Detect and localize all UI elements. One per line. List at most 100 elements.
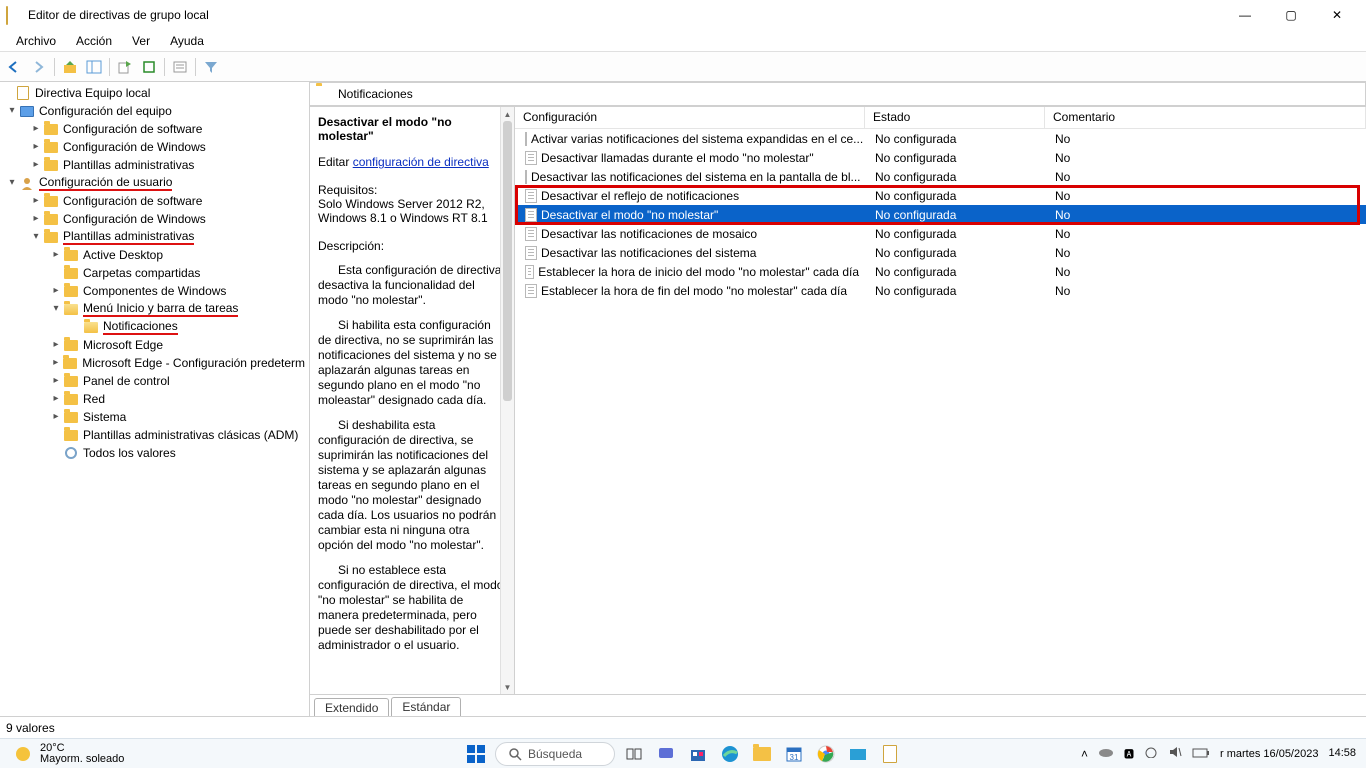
policy-row[interactable]: Desactivar el modo "no molestar" No confi… xyxy=(515,205,1366,224)
up-button[interactable] xyxy=(59,56,81,78)
calendar-button[interactable]: 31 xyxy=(781,741,807,767)
details-split: Desactivar el modo "no molestar" Editar … xyxy=(310,106,1366,694)
tree-item[interactable]: Configuración de Windows xyxy=(1,138,309,156)
policy-icon xyxy=(525,170,527,184)
refresh-button[interactable] xyxy=(138,56,160,78)
col-estado[interactable]: Estado xyxy=(865,107,1045,128)
volume-icon[interactable] xyxy=(1168,746,1182,761)
scroll-down-icon[interactable]: ▼ xyxy=(501,680,514,694)
policy-row[interactable]: Activar varias notificaciones del sistem… xyxy=(515,129,1366,148)
policy-row[interactable]: Desactivar las notificaciones del sistem… xyxy=(515,243,1366,262)
weather-widget[interactable]: 20°C Mayorm. soleado xyxy=(0,743,136,765)
tree-item[interactable]: Microsoft Edge xyxy=(1,336,309,354)
svg-text:31: 31 xyxy=(790,753,799,762)
menu-archivo[interactable]: Archivo xyxy=(6,32,66,50)
policy-row[interactable]: Desactivar llamadas durante el modo "no … xyxy=(515,148,1366,167)
policy-state: No configurada xyxy=(867,265,1047,279)
app-button[interactable] xyxy=(845,741,871,767)
tree-label: Panel de control xyxy=(83,374,170,388)
properties-button[interactable] xyxy=(169,56,191,78)
tree-user-config[interactable]: Configuración de usuario xyxy=(1,174,309,192)
chrome-button[interactable] xyxy=(813,741,839,767)
clock[interactable]: 14:58 xyxy=(1328,748,1356,759)
policy-row[interactable]: Desactivar las notificaciones de mosaico… xyxy=(515,224,1366,243)
tab-extendido[interactable]: Extendido xyxy=(314,698,389,716)
tree-item[interactable]: Configuración de software xyxy=(1,192,309,210)
show-hide-tree-button[interactable] xyxy=(83,56,105,78)
tree-label: Configuración de software xyxy=(63,122,202,136)
policy-row[interactable]: Desactivar las notificaciones del sistem… xyxy=(515,167,1366,186)
tab-estandar[interactable]: Estándar xyxy=(391,697,461,716)
policy-row[interactable]: Desactivar el reflejo de notificacionesN… xyxy=(515,186,1366,205)
folder-icon xyxy=(63,355,79,371)
search-placeholder: Búsqueda xyxy=(528,747,582,761)
tree-item[interactable]: Carpetas compartidas xyxy=(1,264,309,282)
tree-item[interactable]: Sistema xyxy=(1,408,309,426)
policy-name: Desactivar las notificaciones del sistem… xyxy=(531,170,861,184)
menu-ver[interactable]: Ver xyxy=(122,32,160,50)
policy-icon xyxy=(525,132,527,146)
scrollbar[interactable]: ▲ ▼ xyxy=(500,107,514,694)
language-indicator[interactable]: 🅰 xyxy=(1124,746,1134,761)
notepad-button[interactable] xyxy=(877,741,903,767)
tree-item[interactable]: Active Desktop xyxy=(1,246,309,264)
tree-item[interactable]: Plantillas administrativas clásicas (ADM… xyxy=(1,426,309,444)
tree-item[interactable]: Todos los valores xyxy=(1,444,309,462)
date-text[interactable]: r martes 16/05/2023 xyxy=(1220,748,1318,760)
policy-name: Desactivar el modo "no molestar" xyxy=(541,208,718,222)
network-icon[interactable] xyxy=(1144,746,1158,761)
close-button[interactable]: ✕ xyxy=(1314,0,1360,30)
folder-icon xyxy=(63,283,79,299)
menu-accion[interactable]: Acción xyxy=(66,32,122,50)
search-box[interactable]: Búsqueda xyxy=(495,742,615,766)
tree-pane[interactable]: Directiva Equipo local Configuración del… xyxy=(0,82,310,716)
task-view-button[interactable] xyxy=(621,741,647,767)
tree-admin-templates[interactable]: Plantillas administrativas xyxy=(1,228,309,246)
maximize-button[interactable]: ▢ xyxy=(1268,0,1314,30)
document-icon xyxy=(15,85,31,101)
filter-button[interactable] xyxy=(200,56,222,78)
tree-root[interactable]: Directiva Equipo local xyxy=(1,84,309,102)
forward-button[interactable] xyxy=(28,56,50,78)
policy-state: No configurada xyxy=(867,208,1047,222)
tree-item[interactable]: Componentes de Windows xyxy=(1,282,309,300)
chat-button[interactable] xyxy=(653,741,679,767)
tree-item[interactable]: Microsoft Edge - Configuración predeterm xyxy=(1,354,309,372)
tree-label: Plantillas administrativas xyxy=(63,158,194,172)
policy-state: No configurada xyxy=(867,189,1047,203)
edit-policy-link[interactable]: configuración de directiva xyxy=(353,155,489,169)
tree-item[interactable]: Panel de control xyxy=(1,372,309,390)
computer-icon xyxy=(19,103,35,119)
back-button[interactable] xyxy=(4,56,26,78)
tree-label: Active Desktop xyxy=(83,248,163,262)
details-pane: Notificaciones Desactivar el modo "no mo… xyxy=(310,82,1366,716)
scroll-up-icon[interactable]: ▲ xyxy=(501,107,514,121)
edge-button[interactable] xyxy=(717,741,743,767)
titlebar: Editor de directivas de grupo local — ▢ … xyxy=(0,0,1366,30)
tree-item[interactable]: Plantillas administrativas xyxy=(1,156,309,174)
description-p1: Esta configuración de directiva desactiv… xyxy=(318,263,506,308)
scroll-thumb[interactable] xyxy=(503,121,512,401)
policy-row[interactable]: Establecer la hora de inicio del modo "n… xyxy=(515,262,1366,281)
tree-label: Notificaciones xyxy=(103,319,178,335)
onedrive-icon[interactable] xyxy=(1098,746,1114,761)
explorer-button[interactable] xyxy=(749,741,775,767)
tree-notificaciones[interactable]: Notificaciones xyxy=(1,318,309,336)
policy-row[interactable]: Establecer la hora de fin del modo "no m… xyxy=(515,281,1366,300)
export-button[interactable] xyxy=(114,56,136,78)
tree-start-menu[interactable]: Menú Inicio y barra de tareas xyxy=(1,300,309,318)
col-comentario[interactable]: Comentario xyxy=(1045,107,1366,128)
tree-item[interactable]: Configuración de software xyxy=(1,120,309,138)
tree-item[interactable]: Configuración de Windows xyxy=(1,210,309,228)
tray-chevron-icon[interactable]: ˄ xyxy=(1081,747,1088,761)
start-button[interactable] xyxy=(463,741,489,767)
minimize-button[interactable]: — xyxy=(1222,0,1268,30)
menu-ayuda[interactable]: Ayuda xyxy=(160,32,214,50)
folder-open-icon xyxy=(63,301,79,317)
battery-icon[interactable] xyxy=(1192,747,1210,761)
col-configuracion[interactable]: Configuración xyxy=(515,107,865,128)
separator xyxy=(109,58,110,76)
store-button[interactable] xyxy=(685,741,711,767)
tree-computer-config[interactable]: Configuración del equipo xyxy=(1,102,309,120)
tree-item[interactable]: Red xyxy=(1,390,309,408)
